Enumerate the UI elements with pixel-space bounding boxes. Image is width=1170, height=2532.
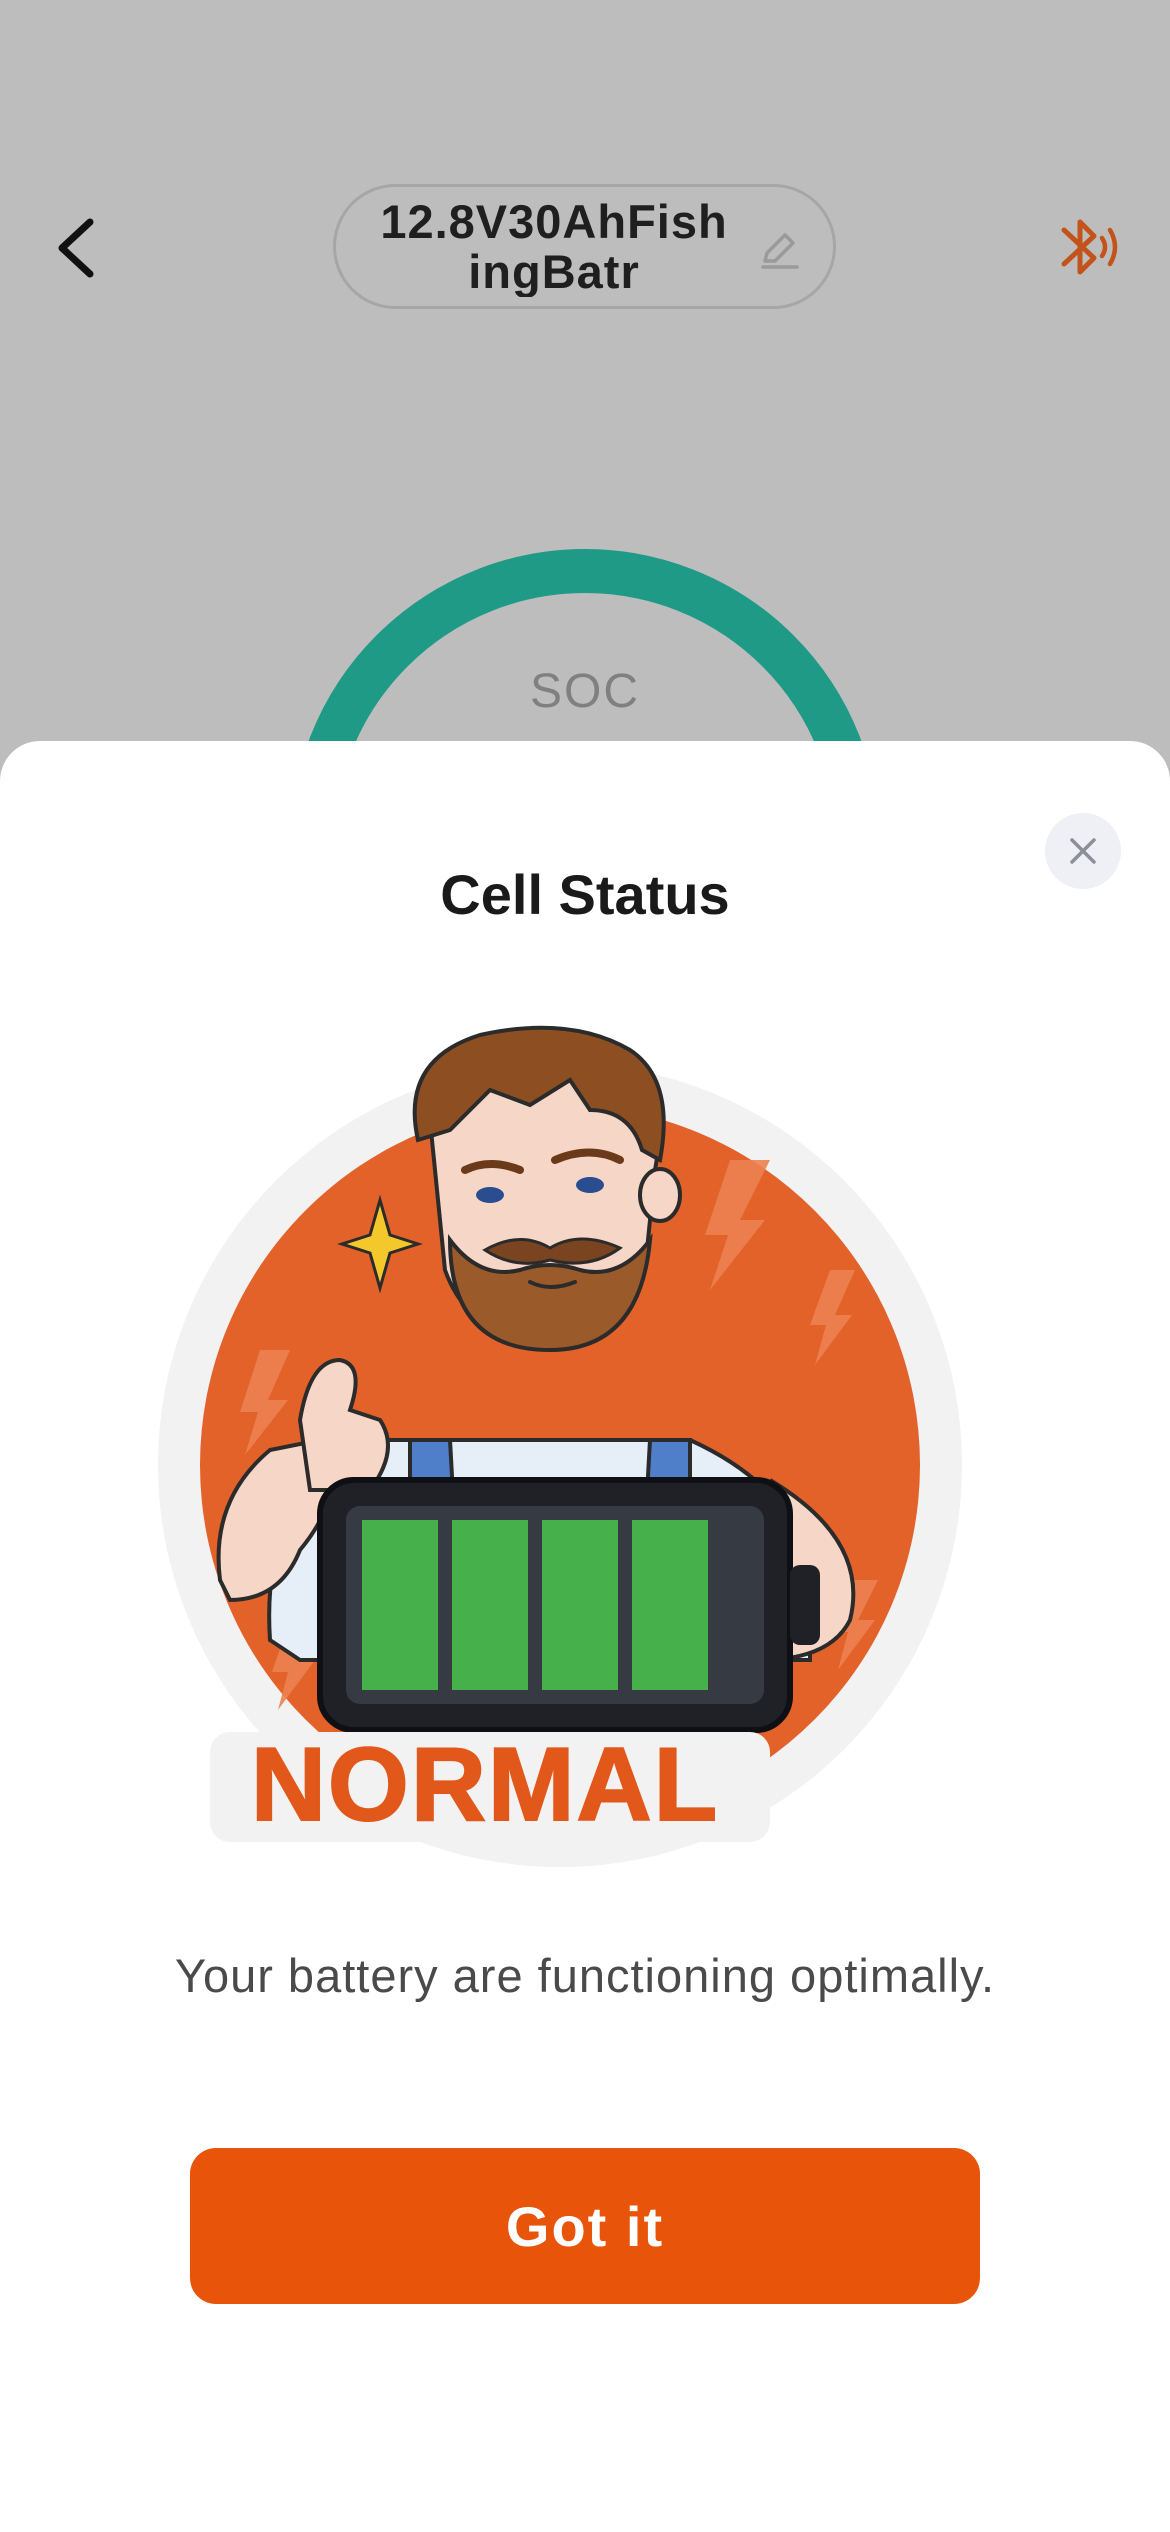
sheet-title: Cell Status bbox=[440, 863, 730, 926]
back-button[interactable] bbox=[44, 212, 104, 284]
battery-detail-screen: 12.8V30AhFishingBatr SOC Cell Status NOR… bbox=[0, 0, 1170, 2532]
normal-status-illustration: NORMAL bbox=[158, 1025, 962, 1867]
bluetooth-connected-icon[interactable] bbox=[1054, 210, 1124, 286]
device-name: 12.8V30AhFishingBatr bbox=[380, 196, 728, 297]
status-badge: NORMAL bbox=[251, 1727, 719, 1843]
got-it-button[interactable]: Got it bbox=[190, 2148, 980, 2304]
soc-label: SOC bbox=[529, 665, 640, 718]
device-name-pill[interactable]: 12.8V30AhFishingBatr bbox=[333, 184, 836, 309]
status-message: Your battery are functioning optimally. bbox=[174, 1949, 996, 2002]
pencil-icon[interactable] bbox=[755, 225, 803, 273]
chevron-left-icon bbox=[58, 218, 94, 278]
